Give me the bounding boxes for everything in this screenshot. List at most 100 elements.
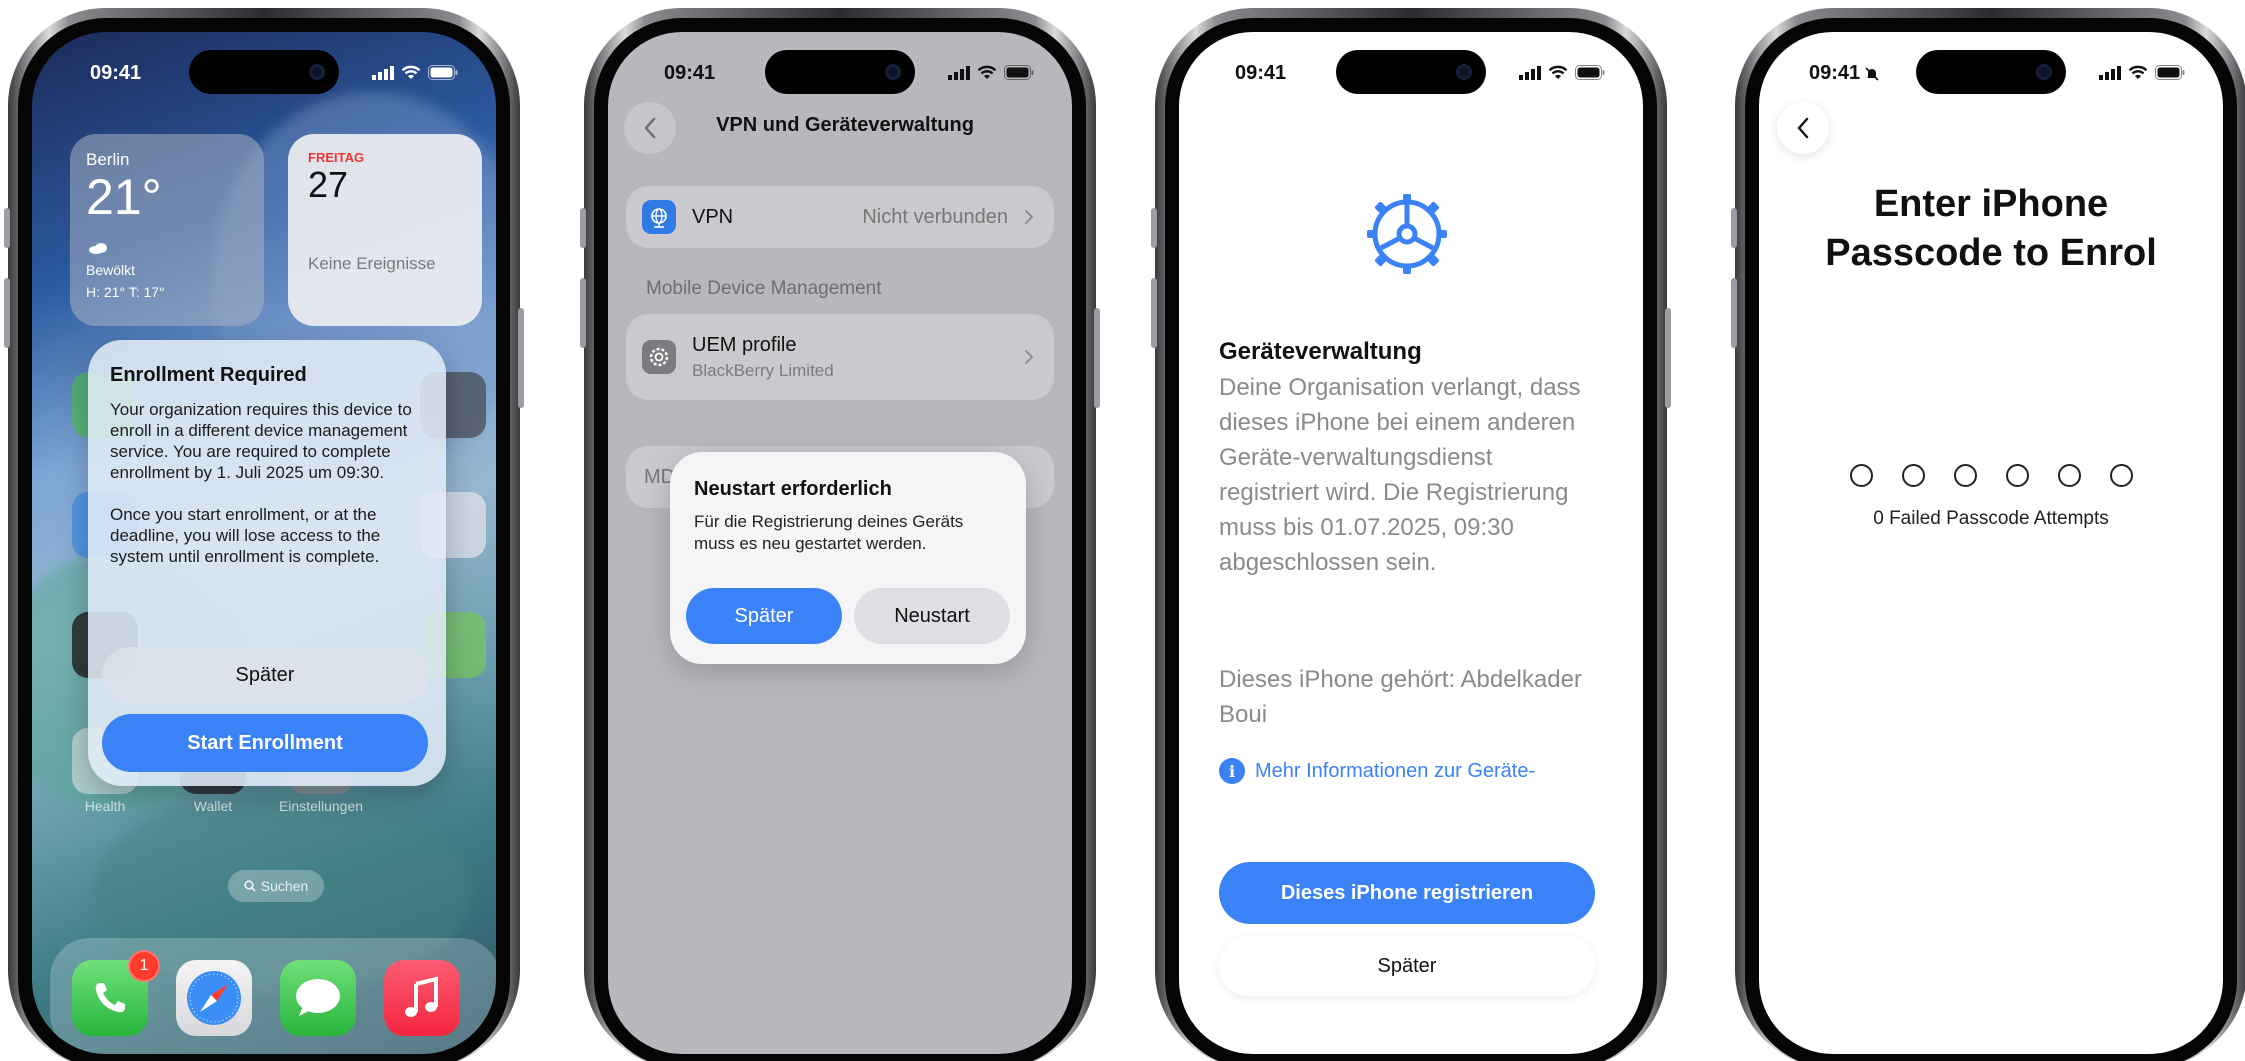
- search-icon: [244, 880, 256, 892]
- weather-temperature: 21°: [86, 169, 162, 225]
- weather-condition: Bewölkt: [86, 262, 136, 278]
- dock-safari-app[interactable]: [176, 960, 252, 1036]
- chevron-right-icon: [1025, 210, 1034, 224]
- enrollment-alert-message: Your organization requires this device t…: [110, 400, 412, 482]
- restart-alert-message: Für die Registrierung deines Geräts muss…: [694, 512, 964, 553]
- signal-icon: [1519, 65, 1541, 80]
- passcode-dot: [2057, 464, 2081, 487]
- owner-text: Dieses iPhone gehört: Abdelkader Boui: [1219, 666, 1582, 728]
- settings-gear-icon: [642, 340, 676, 374]
- app-label-health: Health: [84, 798, 126, 814]
- description-text: Deine Organisation verlangt, dass dieses…: [1219, 374, 1581, 576]
- section-header-mdm: Mobile Device Management: [646, 278, 882, 299]
- safari-icon: [187, 971, 241, 1025]
- page-title: VPN und Geräteverwaltung: [716, 114, 974, 136]
- later-button[interactable]: Später: [102, 647, 428, 703]
- passcode-dot: [2109, 464, 2133, 487]
- volume-up-button: [1151, 278, 1157, 348]
- vpn-settings-screen: 09:41 VPN und Geräteverwaltung VPN Nicht…: [608, 32, 1072, 1054]
- status-time: 09:41: [1809, 62, 1861, 84]
- weather-city: Berlin: [86, 150, 130, 169]
- wifi-icon: [2128, 65, 2148, 79]
- back-button[interactable]: [1777, 102, 1829, 154]
- action-button: [4, 208, 10, 248]
- weather-widget[interactable]: Berlin 21° Bewölkt H: 21° T: 17°: [70, 134, 264, 326]
- vpn-label: VPN: [692, 205, 734, 228]
- uem-profile-row[interactable]: UEM profile BlackBerry Limited: [626, 314, 1054, 400]
- dock-messages-app[interactable]: [280, 960, 356, 1036]
- battery-icon: [1004, 65, 1034, 80]
- action-button: [1731, 208, 1737, 248]
- calendar-date: 27: [308, 164, 349, 205]
- status-icons: [372, 65, 458, 80]
- battery-icon: [1575, 65, 1605, 80]
- battery-icon: [2155, 65, 2185, 80]
- power-button: [1665, 308, 1671, 408]
- more-info-label: Mehr Informationen zur Geräte-: [1255, 759, 1536, 782]
- uem-profile-subtitle: BlackBerry Limited: [692, 360, 834, 380]
- phone-home-screen: 09:41 Berlin 21° Bewölkt H: 21° T: 17° F…: [4, 8, 524, 1061]
- missed-calls-badge: 1: [128, 950, 160, 982]
- power-button: [1094, 308, 1100, 408]
- enrollment-alert-warning: Once you start enrollment, or at the dea…: [110, 505, 381, 566]
- search-pill[interactable]: Suchen: [228, 870, 324, 902]
- calendar-events: Keine Ereignisse: [308, 254, 436, 273]
- app-label-settings: Einstellungen: [278, 798, 364, 814]
- volume-up-button: [4, 278, 10, 348]
- later-button[interactable]: Später: [1219, 936, 1595, 996]
- music-icon: [405, 976, 438, 1017]
- uem-profile-title: UEM profile: [692, 333, 797, 356]
- dock: 1: [50, 938, 496, 1054]
- signal-icon: [372, 65, 394, 80]
- mdm-group: UEM profile BlackBerry Limited: [626, 314, 1054, 400]
- device-management-screen: 09:41 Geräteverwaltung Deine Organisatio…: [1179, 32, 1643, 1054]
- passcode-dots: [1759, 464, 2223, 487]
- vpn-group: VPN Nicht verbunden: [626, 186, 1054, 248]
- volume-up-button: [580, 278, 586, 348]
- wifi-icon: [1548, 65, 1568, 79]
- chevron-left-icon: [1797, 117, 1809, 139]
- cloud-icon: [89, 243, 107, 254]
- home-screen: 09:41 Berlin 21° Bewölkt H: 21° T: 17° F…: [32, 32, 496, 1054]
- app-label-wallet: Wallet: [193, 798, 233, 814]
- phone-device-management: 09:41 Geräteverwaltung Deine Organisatio…: [1151, 8, 1671, 1061]
- passcode-dot: [1849, 464, 1873, 487]
- phone-icon: [95, 983, 125, 1013]
- dock-phone-app[interactable]: 1: [72, 950, 160, 1036]
- page-title: Geräteverwaltung: [1219, 338, 1422, 365]
- enrollment-alert: Enrollment Required Your organization re…: [88, 340, 446, 786]
- signal-icon: [948, 65, 970, 80]
- action-button: [1151, 208, 1157, 248]
- start-enrollment-button[interactable]: Start Enrollment: [102, 714, 428, 772]
- status-time: 09:41: [90, 62, 142, 84]
- passcode-dot: [2005, 464, 2029, 487]
- volume-up-button: [1731, 278, 1737, 348]
- restart-alert: Neustart erforderlich Für die Registrier…: [670, 452, 1026, 664]
- calendar-day: FREITAG: [308, 150, 365, 165]
- status-time-group: 09:41: [1809, 62, 1880, 85]
- restart-button[interactable]: Neustart: [854, 588, 1010, 644]
- vpn-status: Nicht verbunden: [862, 205, 1008, 228]
- passcode-dot: [1953, 464, 1977, 487]
- calendar-widget[interactable]: FREITAG 27 Keine Ereignisse: [288, 134, 482, 326]
- wifi-icon: [977, 65, 997, 79]
- phone-settings-vpn: 09:41 VPN und Geräteverwaltung VPN Nicht…: [580, 8, 1100, 1061]
- later-button[interactable]: Später: [686, 588, 842, 644]
- phone-passcode: 09:41 Enter iPhone Passcode to Enrol 0 F…: [1731, 8, 2245, 1061]
- title-line-1: Enter iPhone: [1873, 183, 2109, 225]
- register-button[interactable]: Dieses iPhone registrieren: [1219, 862, 1595, 924]
- status-time: 09:41: [664, 62, 716, 84]
- gear-icon: [1367, 194, 1447, 274]
- wifi-icon: [401, 65, 421, 79]
- messages-icon: [296, 979, 340, 1016]
- more-info-link[interactable]: i Mehr Informationen zur Geräte-: [1219, 758, 1535, 784]
- dock-music-app[interactable]: [384, 960, 460, 1036]
- page-title: Enter iPhone Passcode to Enrol: [1759, 180, 2223, 278]
- status-time: 09:41: [1235, 62, 1287, 84]
- vpn-row[interactable]: VPN Nicht verbunden: [626, 186, 1054, 248]
- action-button: [580, 208, 586, 248]
- restart-alert-title: Neustart erforderlich: [694, 478, 892, 500]
- battery-icon: [428, 65, 458, 80]
- chevron-right-icon: [1025, 350, 1034, 364]
- power-button: [518, 308, 524, 408]
